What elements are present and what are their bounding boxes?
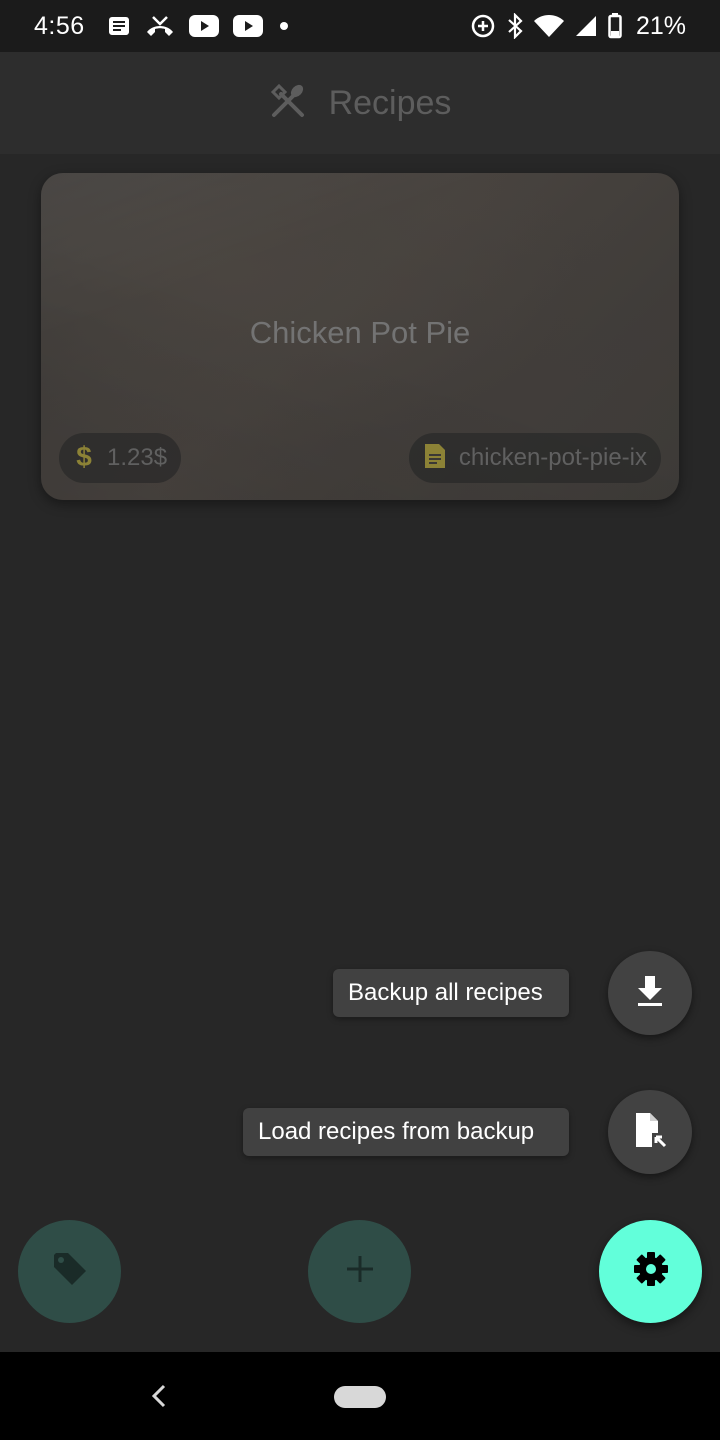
signal-icon — [574, 14, 598, 38]
page-title: Recipes — [328, 83, 452, 122]
document-icon — [423, 442, 447, 475]
svg-text:$: $ — [76, 441, 92, 471]
settings-button[interactable] — [599, 1220, 702, 1323]
battery-icon — [608, 13, 622, 39]
tag-icon — [50, 1249, 90, 1294]
recipes-screen: 4:56 21% Recipes Chicken Pot Pie $ 1.23$… — [0, 0, 720, 1440]
backup-all-label[interactable]: Backup all recipes — [333, 969, 569, 1017]
price-chip: $ 1.23$ — [59, 433, 182, 483]
download-icon — [634, 974, 666, 1013]
dollar-icon: $ — [73, 441, 95, 476]
status-time: 4:56 — [34, 11, 85, 40]
slug-chip: chicken-pot-pie-ix — [408, 433, 661, 483]
load-backup-button[interactable] — [608, 1090, 692, 1174]
youtube-icon — [232, 15, 263, 37]
recipe-slug: chicken-pot-pie-ix — [458, 444, 647, 471]
file-open-icon — [632, 1111, 668, 1154]
gear-icon — [632, 1250, 670, 1293]
status-bar: 4:56 21% — [0, 0, 720, 52]
notification-icons — [107, 14, 291, 38]
tags-button[interactable] — [18, 1220, 121, 1323]
bluetooth-icon — [506, 13, 524, 39]
utensils-icon — [269, 82, 307, 125]
missed-call-icon — [145, 14, 175, 38]
plus-icon — [345, 1254, 375, 1289]
home-pill[interactable] — [334, 1386, 386, 1408]
app-bar: Recipes — [0, 52, 720, 154]
system-icons: 21% — [470, 12, 686, 41]
back-icon[interactable] — [148, 1380, 170, 1417]
backup-all-button[interactable] — [608, 951, 692, 1035]
message-icon — [107, 14, 131, 38]
recipe-price: 1.23$ — [107, 444, 168, 471]
recipe-title: Chicken Pot Pie — [249, 315, 471, 350]
load-backup-label[interactable]: Load recipes from backup — [243, 1108, 569, 1156]
youtube-icon — [188, 15, 219, 37]
add-recipe-button[interactable] — [308, 1220, 411, 1323]
recipe-card[interactable]: Chicken Pot Pie $ 1.23$ chicken-pot-pie-… — [41, 173, 679, 500]
dot-icon — [277, 19, 291, 33]
data-saver-icon — [470, 13, 496, 39]
navigation-bar — [0, 1352, 720, 1440]
battery-percentage: 21% — [635, 11, 686, 40]
wifi-icon — [533, 14, 564, 38]
